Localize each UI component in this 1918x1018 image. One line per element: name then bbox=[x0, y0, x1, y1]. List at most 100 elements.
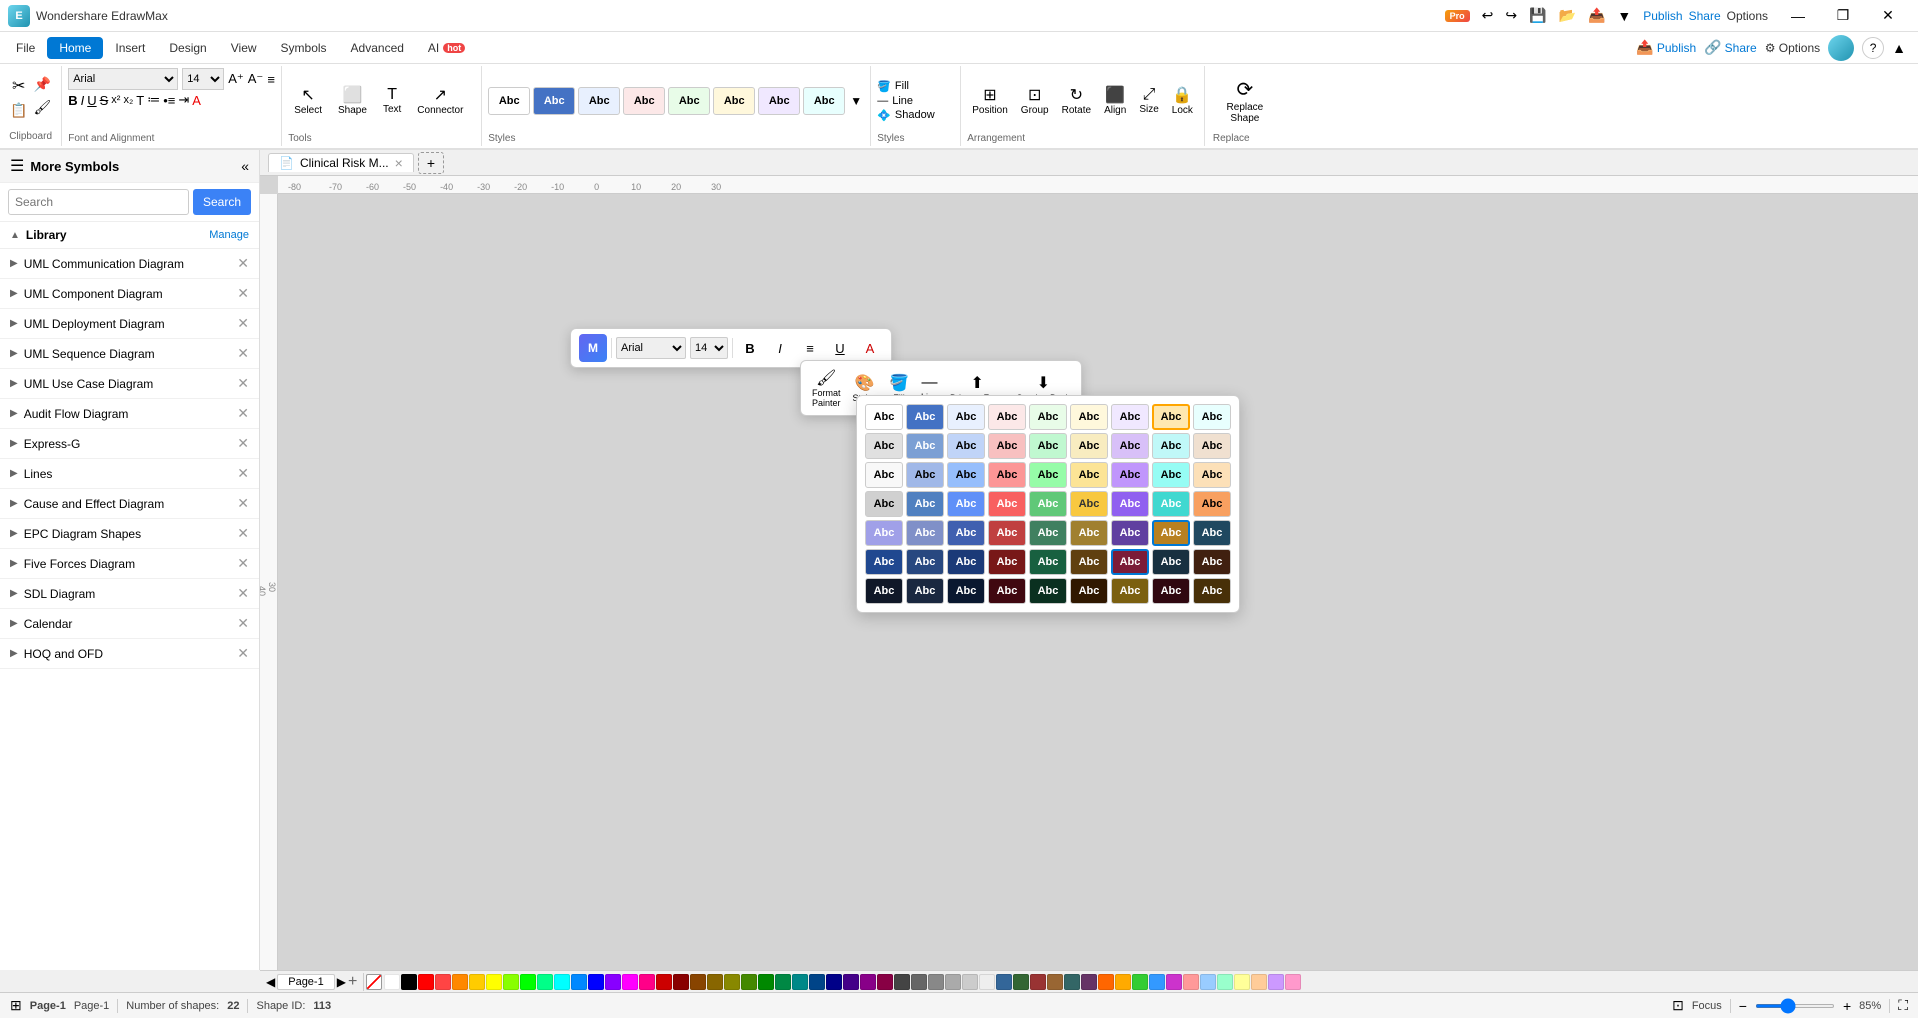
search-input[interactable] bbox=[8, 189, 189, 215]
abc-cell-3-8[interactable]: Abc bbox=[1152, 462, 1190, 488]
ctx-italic-btn[interactable]: I bbox=[767, 335, 793, 361]
color-swatch-40[interactable] bbox=[1064, 974, 1080, 990]
abc-style-2[interactable]: Abc bbox=[533, 87, 575, 115]
color-swatch-52[interactable] bbox=[1268, 974, 1284, 990]
color-swatch-22[interactable] bbox=[758, 974, 774, 990]
color-swatch-4[interactable] bbox=[452, 974, 468, 990]
color-swatch-17[interactable] bbox=[673, 974, 689, 990]
color-swatch-42[interactable] bbox=[1098, 974, 1114, 990]
library-item-uml-comm[interactable]: ▶ UML Communication Diagram ✕ bbox=[0, 249, 259, 279]
abc-cell-3-6[interactable]: Abc bbox=[1070, 462, 1108, 488]
color-swatch-23[interactable] bbox=[775, 974, 791, 990]
library-item-uml-use[interactable]: ▶ UML Use Case Diagram ✕ bbox=[0, 369, 259, 399]
replace-shape-btn[interactable]: ⟳ Replace Shape bbox=[1227, 77, 1264, 124]
line-btn[interactable]: — Line bbox=[877, 95, 954, 107]
select-btn[interactable]: ↖ Select bbox=[288, 81, 328, 120]
color-swatch-25[interactable] bbox=[809, 974, 825, 990]
font-size-select[interactable]: 14 bbox=[182, 68, 224, 90]
color-swatch-20[interactable] bbox=[724, 974, 740, 990]
close-uml-use[interactable]: ✕ bbox=[237, 375, 249, 392]
abc-cell-2-7[interactable]: Abc bbox=[1111, 433, 1149, 459]
subscript-btn[interactable]: x₂ bbox=[123, 94, 133, 106]
close-sdl[interactable]: ✕ bbox=[237, 585, 249, 602]
menu-view[interactable]: View bbox=[219, 37, 269, 59]
abc-style-8[interactable]: Abc bbox=[803, 87, 845, 115]
abc-cell-5-1[interactable]: Abc bbox=[865, 520, 903, 546]
abc-cell-4-5[interactable]: Abc bbox=[1029, 491, 1067, 517]
color-swatch-30[interactable] bbox=[894, 974, 910, 990]
undo-btn[interactable]: ↩ bbox=[1478, 5, 1498, 26]
abc-cell-4-9[interactable]: Abc bbox=[1193, 491, 1231, 517]
close-cause[interactable]: ✕ bbox=[237, 495, 249, 512]
menu-file[interactable]: File bbox=[4, 37, 47, 59]
abc-cell-7-9[interactable]: Abc bbox=[1193, 578, 1231, 604]
abc-cell-2-4[interactable]: Abc bbox=[988, 433, 1026, 459]
abc-cell-1-9[interactable]: Abc bbox=[1193, 404, 1231, 430]
menu-design[interactable]: Design bbox=[157, 37, 218, 59]
color-swatch-9[interactable] bbox=[537, 974, 553, 990]
underline-btn[interactable]: U bbox=[87, 93, 96, 108]
library-item-hoq[interactable]: ▶ HOQ and OFD ✕ bbox=[0, 639, 259, 669]
abc-style-4[interactable]: Abc bbox=[623, 87, 665, 115]
close-uml-comp[interactable]: ✕ bbox=[237, 285, 249, 302]
more-btn[interactable]: ▼ bbox=[1613, 6, 1635, 26]
abc-cell-3-1[interactable]: Abc bbox=[865, 462, 903, 488]
abc-cell-2-6[interactable]: Abc bbox=[1070, 433, 1108, 459]
zoom-slider[interactable] bbox=[1755, 1004, 1835, 1008]
color-swatch-11[interactable] bbox=[571, 974, 587, 990]
strikethrough-btn[interactable]: S bbox=[100, 93, 109, 108]
library-item-epc[interactable]: ▶ EPC Diagram Shapes ✕ bbox=[0, 519, 259, 549]
tab-close-btn[interactable]: × bbox=[395, 156, 403, 170]
lock-btn[interactable]: 🔒 Lock bbox=[1167, 82, 1198, 119]
abc-style-6[interactable]: Abc bbox=[713, 87, 755, 115]
abc-cell-5-8[interactable]: Abc bbox=[1152, 520, 1190, 546]
close-epc[interactable]: ✕ bbox=[237, 525, 249, 542]
abc-cell-3-7[interactable]: Abc bbox=[1111, 462, 1149, 488]
color-swatch-35[interactable] bbox=[979, 974, 995, 990]
color-swatch-21[interactable] bbox=[741, 974, 757, 990]
color-swatch-32[interactable] bbox=[928, 974, 944, 990]
color-swatch-6[interactable] bbox=[486, 974, 502, 990]
abc-cell-7-6[interactable]: Abc bbox=[1070, 578, 1108, 604]
ctx-fontcolor-btn[interactable]: A bbox=[857, 335, 883, 361]
toggle-panel-btn[interactable]: ⊞ bbox=[10, 997, 22, 1014]
color-swatch-31[interactable] bbox=[911, 974, 927, 990]
menu-advanced[interactable]: Advanced bbox=[339, 37, 416, 59]
shadow-btn[interactable]: 💠 Shadow bbox=[877, 109, 954, 122]
color-swatch-8[interactable] bbox=[520, 974, 536, 990]
color-swatch-36[interactable] bbox=[996, 974, 1012, 990]
color-swatch-15[interactable] bbox=[639, 974, 655, 990]
color-swatch-13[interactable] bbox=[605, 974, 621, 990]
color-swatch-1[interactable] bbox=[401, 974, 417, 990]
menu-symbols[interactable]: Symbols bbox=[269, 37, 339, 59]
fullscreen-btn[interactable]: ⛶ bbox=[1898, 997, 1908, 1014]
library-item-calendar[interactable]: ▶ Calendar ✕ bbox=[0, 609, 259, 639]
close-uml-seq[interactable]: ✕ bbox=[237, 345, 249, 362]
color-swatch-16[interactable] bbox=[656, 974, 672, 990]
position-btn[interactable]: ⊞ Position bbox=[967, 82, 1013, 119]
color-swatch-41[interactable] bbox=[1081, 974, 1097, 990]
library-item-uml-comp[interactable]: ▶ UML Component Diagram ✕ bbox=[0, 279, 259, 309]
abc-style-5[interactable]: Abc bbox=[668, 87, 710, 115]
edraw-ai-mini[interactable]: M bbox=[579, 334, 607, 362]
abc-cell-7-7[interactable]: Abc bbox=[1111, 578, 1149, 604]
close-express[interactable]: ✕ bbox=[237, 435, 249, 452]
abc-cell-1-2[interactable]: Abc bbox=[906, 404, 944, 430]
library-item-five[interactable]: ▶ Five Forces Diagram ✕ bbox=[0, 549, 259, 579]
abc-cell-1-7[interactable]: Abc bbox=[1111, 404, 1149, 430]
color-swatch-45[interactable] bbox=[1149, 974, 1165, 990]
color-swatch-27[interactable] bbox=[843, 974, 859, 990]
publish-btn-2[interactable]: 📤 Publish bbox=[1636, 39, 1696, 56]
abc-cell-2-3[interactable]: Abc bbox=[947, 433, 985, 459]
rotate-btn[interactable]: ↻ Rotate bbox=[1057, 82, 1096, 119]
color-swatch-39[interactable] bbox=[1047, 974, 1063, 990]
increase-font-btn[interactable]: A⁺ bbox=[228, 71, 244, 87]
options-btn-2[interactable]: ⚙ Options bbox=[1765, 41, 1820, 55]
color-swatch-44[interactable] bbox=[1132, 974, 1148, 990]
color-swatch-7[interactable] bbox=[503, 974, 519, 990]
format-painter-main[interactable]: 🖌 bbox=[31, 97, 53, 118]
align-btn[interactable]: ≡ bbox=[267, 72, 275, 87]
close-lines[interactable]: ✕ bbox=[237, 465, 249, 482]
size-btn[interactable]: ⤢ Size bbox=[1134, 83, 1163, 118]
abc-cell-2-5[interactable]: Abc bbox=[1029, 433, 1067, 459]
